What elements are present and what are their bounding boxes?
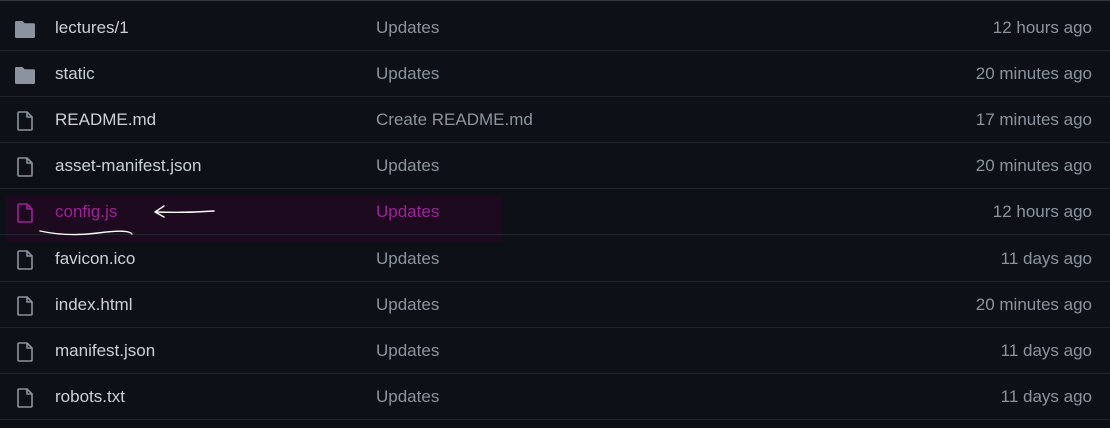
commit-age: 12 hours ago <box>992 202 1092 221</box>
commit-message-link[interactable]: Updates <box>376 202 439 222</box>
commit-age: 20 minutes ago <box>975 64 1092 83</box>
commit-age: 20 minutes ago <box>975 295 1092 314</box>
folder-icon <box>13 63 37 87</box>
file-name-link[interactable]: manifest.json <box>55 341 155 361</box>
file-name-link[interactable]: config.js <box>55 202 117 222</box>
annotation-arrow <box>154 205 215 218</box>
commit-message-link[interactable]: Updates <box>376 64 439 84</box>
commit-message-link[interactable]: Updates <box>376 18 439 38</box>
file-name-link[interactable]: favicon.ico <box>55 249 135 269</box>
commit-age: 11 days ago <box>1000 341 1092 360</box>
commit-message-link[interactable]: Updates <box>376 249 439 269</box>
file-icon <box>13 340 37 364</box>
folder-icon <box>13 17 37 41</box>
commit-message-link[interactable]: Updates <box>376 387 439 407</box>
commit-age: 20 minutes ago <box>975 156 1092 175</box>
file-name-link[interactable]: static <box>55 64 95 84</box>
file-row[interactable]: index.html Updates 20 minutes ago <box>0 282 1110 328</box>
file-row[interactable]: static Updates 20 minutes ago <box>0 51 1110 97</box>
commit-message-link[interactable]: Updates <box>376 295 439 315</box>
file-row[interactable]: README.md Create README.md 17 minutes ago <box>0 97 1110 143</box>
file-name-link[interactable]: lectures/1 <box>55 18 129 38</box>
file-icon <box>13 248 37 272</box>
file-name-link[interactable]: robots.txt <box>55 387 125 407</box>
commit-age: 12 hours ago <box>992 18 1092 37</box>
commit-message-link[interactable]: Create README.md <box>376 110 533 130</box>
file-row[interactable]: manifest.json Updates 11 days ago <box>0 328 1110 374</box>
file-icon <box>13 201 37 225</box>
file-name-link[interactable]: index.html <box>55 295 132 315</box>
commit-age: 11 days ago <box>1000 387 1092 406</box>
file-icon <box>13 109 37 133</box>
file-name-link[interactable]: asset-manifest.json <box>55 156 201 176</box>
file-row[interactable]: lectures/1 Updates 12 hours ago <box>0 5 1110 51</box>
file-row[interactable]: asset-manifest.json Updates 20 minutes ago <box>0 143 1110 189</box>
commit-age: 11 days ago <box>1000 249 1092 268</box>
file-name-link[interactable]: README.md <box>55 110 156 130</box>
file-icon <box>13 155 37 179</box>
file-icon <box>13 294 37 318</box>
commit-message-link[interactable]: Updates <box>376 156 439 176</box>
file-list: lectures/1 Updates 12 hours ago static Updat… <box>0 0 1110 428</box>
annotation-underline <box>39 230 133 236</box>
file-icon <box>13 386 37 410</box>
commit-age: 17 minutes ago <box>975 110 1092 129</box>
file-row[interactable]: robots.txt Updates 11 days ago <box>0 374 1110 420</box>
file-row[interactable]: favicon.ico Updates 11 days ago <box>0 236 1110 282</box>
commit-message-link[interactable]: Updates <box>376 341 439 361</box>
